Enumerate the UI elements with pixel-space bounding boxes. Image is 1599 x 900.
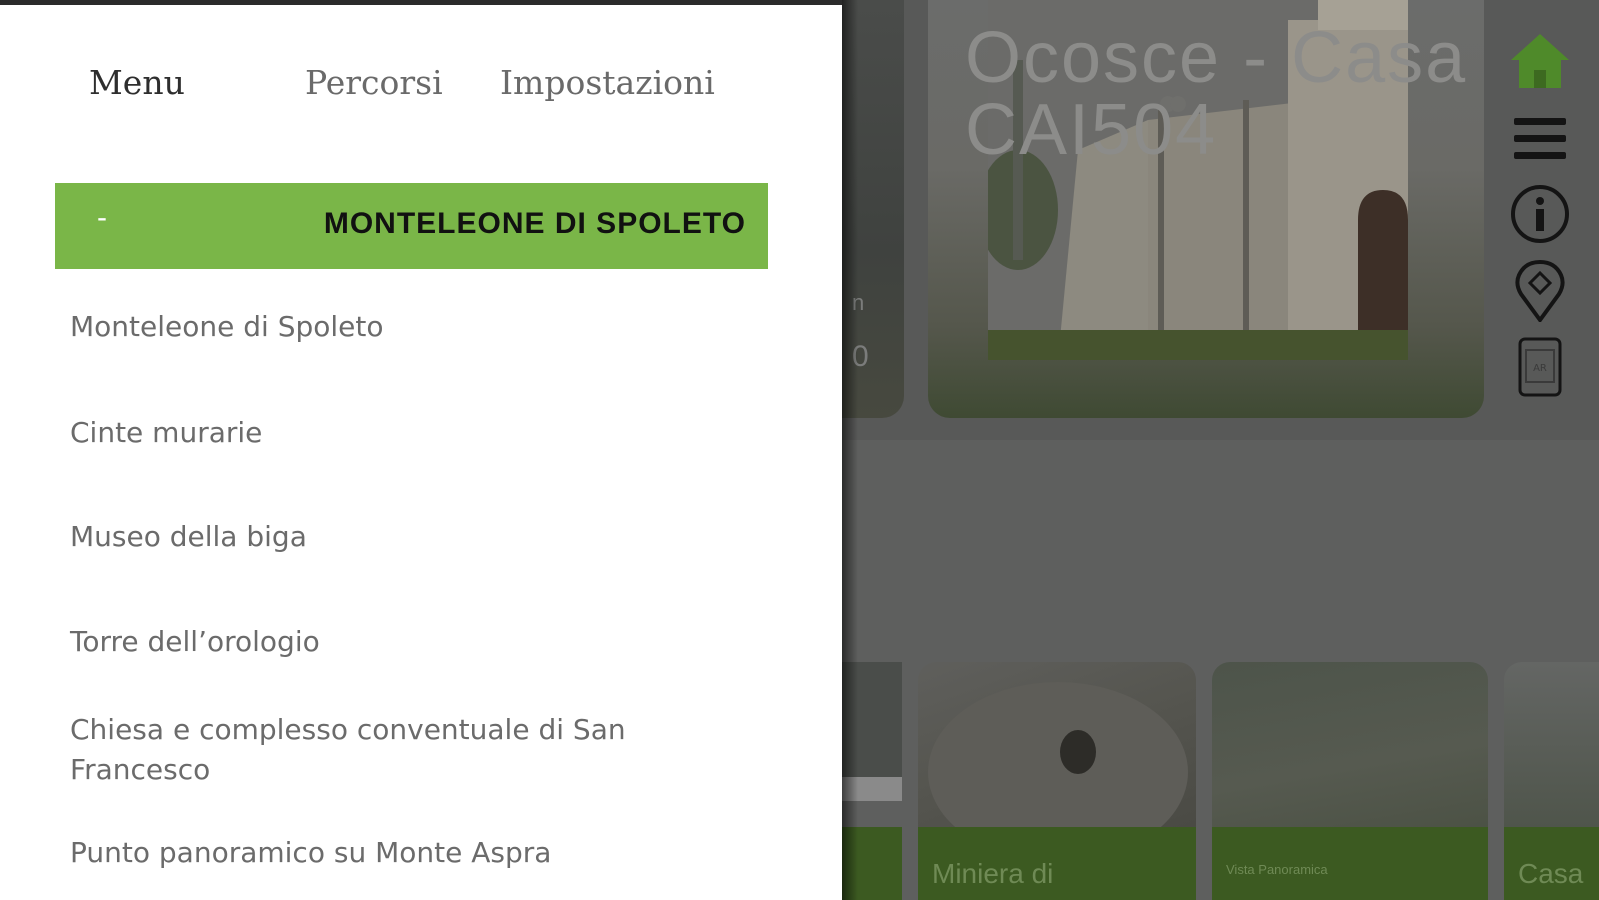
card-caption: Vista Panoramica <box>1226 862 1328 877</box>
collapse-toggle[interactable]: - <box>97 201 107 235</box>
hero-title-line-2: CAI504 <box>965 90 1218 166</box>
side-drawer: Menu Percorsi Impostazioni - MONTELEONE … <box>0 0 842 900</box>
hero-title-line-1: Ocosce - Casa <box>965 22 1468 98</box>
rock-image <box>928 682 1188 862</box>
menu-item-cinte-murarie[interactable]: Cinte murarie <box>70 413 750 453</box>
home-icon[interactable] <box>1500 30 1580 92</box>
tab-percorsi[interactable]: Percorsi <box>305 63 443 102</box>
menu-item-monteleone-di-spoleto[interactable]: Monteleone di Spoleto <box>70 307 750 347</box>
drawer-tabs: Menu Percorsi Impostazioni <box>0 53 842 123</box>
section-header-monteleone[interactable]: - MONTELEONE DI SPOLETO <box>55 183 768 269</box>
info-icon[interactable] <box>1500 183 1580 245</box>
background-card[interactable]: Vista Panoramica <box>1212 662 1488 900</box>
menu-item-museo-della-biga[interactable]: Museo della biga <box>70 517 750 557</box>
app-screen: n 0 Ocosce - Casa CAI504 AR Miniera di V… <box>0 0 1599 900</box>
drawer-shadow <box>842 0 858 900</box>
svg-text:AR: AR <box>1533 363 1547 374</box>
menu-item-punto-panoramico[interactable]: Punto panoramico su Monte Aspra <box>70 833 750 873</box>
menu-item-chiesa-san-francesco[interactable]: Chiesa e complesso conventuale di San Fr… <box>70 710 750 790</box>
tab-impostazioni[interactable]: Impostazioni <box>500 63 715 102</box>
background-card[interactable]: Miniera di <box>918 662 1196 900</box>
card-caption: Casa <box>1518 858 1584 889</box>
hero-title: Ocosce - Casa CAI504 <box>965 22 1485 166</box>
map-pin-icon[interactable] <box>1500 260 1580 322</box>
hamburger-menu-icon[interactable] <box>1500 114 1580 164</box>
card-caption: Miniera di <box>932 858 1054 889</box>
tab-menu[interactable]: Menu <box>89 63 185 102</box>
ar-icon[interactable]: AR <box>1500 336 1580 398</box>
menu-item-torre-dell-orologio[interactable]: Torre dell’orologio <box>70 622 750 662</box>
background-card[interactable]: Casa <box>1504 662 1599 900</box>
section-title: MONTELEONE DI SPOLETO <box>323 207 746 240</box>
